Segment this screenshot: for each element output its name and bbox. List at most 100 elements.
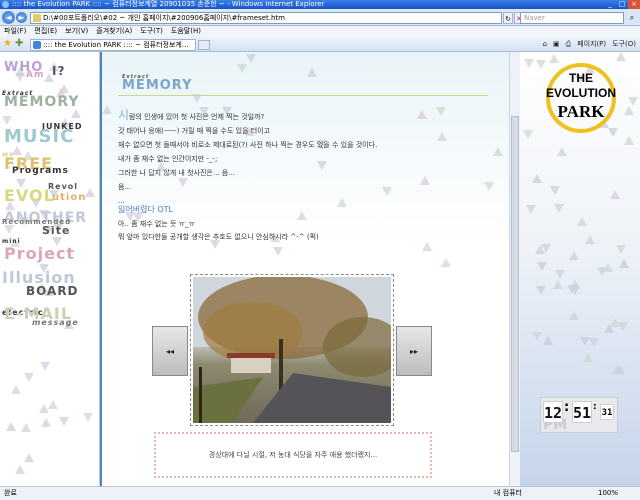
- decorative-triangle: [624, 106, 634, 115]
- clock-colon-1: :: [564, 400, 570, 415]
- decorative-triangle: [610, 190, 620, 199]
- decorative-triangle: [524, 59, 534, 68]
- menu-bar: 파일(F) 편집(E) 보기(V) 즐겨찾기(A) 도구(T) 도움말(H): [0, 26, 640, 37]
- nav-site[interactable]: Site: [42, 224, 70, 237]
- prev-photo-button[interactable]: ◂◂: [152, 326, 188, 376]
- menu-tools[interactable]: 도구(T): [140, 26, 163, 37]
- post-line-5: 음...: [118, 183, 132, 191]
- nav-music[interactable]: MUSIC: [4, 126, 74, 147]
- decorative-triangle: [493, 147, 503, 156]
- decorative-triangle: [612, 365, 622, 374]
- decorative-triangle: [4, 225, 14, 234]
- decorative-triangle: [619, 259, 629, 268]
- post-line-0: 시람의 인생에 있어 첫 사진은 언제 찍는 것일까?: [118, 108, 265, 122]
- scrollbar-thumb[interactable]: [511, 116, 519, 452]
- section-title: Extract MEMORY: [122, 74, 193, 93]
- decorative-triangle: [24, 373, 34, 382]
- decorative-triangle: [569, 311, 579, 320]
- nav-memory[interactable]: MEMORY: [4, 94, 79, 110]
- post-body-2: 아.. 좀 재수 없는 듯 ㅠ_ㅠ 뭐 앞마 있다한들 공개할 생각은 추호도 …: [118, 218, 319, 244]
- decorative-triangle: [557, 147, 567, 156]
- decorative-triangle: [420, 176, 430, 185]
- print-icon[interactable]: ⎙: [566, 39, 572, 50]
- decorative-triangle: [537, 262, 547, 271]
- section-kicker: Extract: [122, 74, 150, 80]
- decorative-triangle: [532, 174, 542, 183]
- page-icon: [33, 14, 41, 22]
- zoom-level[interactable]: 100%: [598, 487, 618, 500]
- clock-hours: 12: [543, 401, 563, 423]
- tab-bar: ★ ✚ :::: the Evolution PARK :::: ~ 컴퓨터정보…: [0, 37, 640, 52]
- search-input[interactable]: Naver: [520, 12, 624, 24]
- page-menu[interactable]: 페이지(P): [577, 39, 606, 50]
- digital-clock: PM 12 : 51 : 31: [540, 397, 618, 433]
- decorative-triangle: [24, 453, 34, 462]
- menu-view[interactable]: 보기(V): [65, 26, 88, 37]
- forward-button[interactable]: ►: [16, 12, 27, 23]
- svg-text:THE: THE: [569, 71, 593, 85]
- decorative-triangle: [589, 338, 599, 347]
- decorative-triangle: [436, 107, 446, 116]
- address-url: D:\#00포트폴리오\#02 ~ 개인 홈페이지\#200906홈페이지\#f…: [43, 14, 285, 22]
- tab-favicon: [33, 41, 41, 49]
- feeds-icon[interactable]: ▣: [553, 39, 560, 50]
- new-tab-button[interactable]: [198, 40, 210, 50]
- clock-seconds: 31: [600, 404, 614, 420]
- svg-text:EVOLUTION: EVOLUTION: [546, 86, 616, 100]
- menu-file[interactable]: 파일(F): [4, 26, 26, 37]
- address-field[interactable]: D:\#00포트폴리오\#02 ~ 개인 홈페이지\#200906홈페이지\#f…: [30, 12, 502, 24]
- menu-favorites[interactable]: 즐겨찾기(A): [96, 26, 132, 37]
- nav-ution[interactable]: ution: [52, 192, 86, 203]
- nav-project[interactable]: Project: [4, 244, 75, 263]
- decorative-triangle: [417, 110, 427, 119]
- search-icon[interactable]: ⌕: [626, 12, 638, 24]
- refresh-icon[interactable]: ↻: [503, 12, 513, 24]
- nav-message[interactable]: message: [32, 318, 79, 327]
- decorative-triangle: [59, 417, 69, 426]
- decorative-triangle: [40, 362, 50, 371]
- decorative-triangle: [585, 235, 595, 244]
- decorative-triangle: [102, 105, 112, 114]
- decorative-triangle: [535, 245, 545, 254]
- nav-am[interactable]: Am: [26, 70, 44, 80]
- decorative-triangle: [536, 286, 546, 295]
- menu-help[interactable]: 도움말(H): [171, 26, 201, 37]
- nav-evol[interactable]: EVOL: [4, 186, 55, 205]
- decorative-triangle: [85, 188, 95, 197]
- favorites-star-icon[interactable]: ★: [3, 39, 13, 49]
- decorative-triangle: [603, 263, 613, 272]
- close-button[interactable]: ×: [628, 0, 640, 9]
- nav-board[interactable]: BOARD: [26, 284, 79, 298]
- decorative-triangle: [570, 280, 580, 289]
- next-photo-button[interactable]: ▸▸: [396, 326, 432, 376]
- home-icon[interactable]: ⌂: [542, 39, 546, 50]
- svg-text:PARK: PARK: [558, 102, 606, 121]
- maximize-button[interactable]: □: [616, 0, 628, 9]
- decorative-triangle: [604, 324, 614, 333]
- tools-menu[interactable]: 도구(O): [612, 39, 636, 50]
- add-favorite-icon[interactable]: ✚: [15, 39, 25, 49]
- decorative-triangle: [532, 332, 542, 341]
- tab-active[interactable]: :::: the Evolution PARK :::: ~ 컴퓨터정보계...: [30, 39, 196, 51]
- main-scrollbar[interactable]: [509, 52, 520, 486]
- main-content-frame: Extract MEMORY 시람의 인생에 있어 첫 사진은 언제 찍는 것일…: [100, 52, 509, 486]
- photo-caption: 경상대에 다닐 시절, 저 농대 식당을 자주 애용 했더랬지...: [154, 432, 432, 478]
- decorative-triangle: [6, 422, 16, 431]
- post2-line-1: 뭐 앞마 있다한들 공개할 생각은 추호도 없으니 안심하시라 ^-^ (퍽): [118, 233, 319, 241]
- menu-edit[interactable]: 편집(E): [34, 26, 57, 37]
- nav-programs[interactable]: Programs: [12, 166, 69, 176]
- minimize-button[interactable]: _: [604, 0, 616, 9]
- decorative-triangle: [628, 97, 638, 106]
- decorative-triangle: [543, 336, 553, 345]
- post-body: 시람의 인생에 있어 첫 사진은 언제 찍는 것일까? 갓 태어나 응애(ㅡㅡ)…: [118, 108, 418, 208]
- evolution-park-logo[interactable]: THE EVOLUTION PARK: [542, 62, 620, 134]
- window-controls: _ □ ×: [604, 0, 640, 9]
- decorative-triangle: [580, 337, 590, 346]
- decorative-triangle: [484, 182, 494, 191]
- drop-cap: 시: [118, 108, 130, 122]
- campus-photo: [193, 277, 391, 423]
- nav-i[interactable]: I?: [52, 64, 65, 78]
- decorative-triangle: [553, 280, 563, 289]
- decorative-triangle: [237, 64, 247, 73]
- back-button[interactable]: ◄: [2, 11, 15, 24]
